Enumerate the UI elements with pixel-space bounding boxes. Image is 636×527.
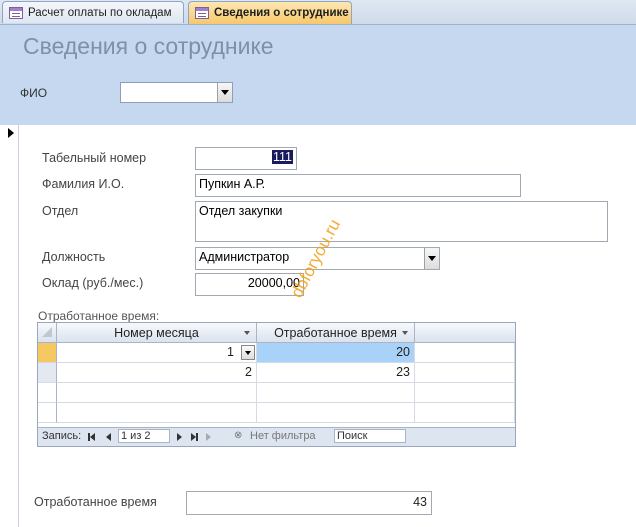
salary-label: Оклад (руб./мес.) xyxy=(42,276,144,290)
chevron-down-icon[interactable] xyxy=(424,248,439,269)
month-value: 1 xyxy=(227,345,234,359)
chevron-down-icon[interactable] xyxy=(217,83,232,102)
table-cell-month[interactable]: 1 xyxy=(57,343,257,363)
page-title: Сведения о сотруднике xyxy=(23,33,274,59)
name-field[interactable]: Пупкин А.Р. xyxy=(195,174,521,197)
first-record-icon[interactable] xyxy=(90,433,95,441)
row-selector[interactable] xyxy=(38,363,57,383)
table-cell-empty xyxy=(415,343,515,363)
row-selector[interactable] xyxy=(38,383,57,403)
document-tab-strip: Расчет оплаты по окладам Сведения о сотр… xyxy=(0,0,636,25)
table-cell-empty[interactable] xyxy=(57,403,257,423)
tab-salary-calculation[interactable]: Расчет оплаты по окладам xyxy=(2,1,184,23)
empty-column-header xyxy=(415,323,515,343)
form-icon xyxy=(195,7,209,19)
last-record-icon[interactable] xyxy=(191,433,196,441)
tab-label: Расчет оплаты по окладам xyxy=(28,6,172,19)
form-header: Сведения о сотруднике ФИО xyxy=(0,25,636,125)
record-position-input[interactable]: 1 из 2 xyxy=(118,429,170,443)
row-selector-current[interactable] xyxy=(38,343,57,363)
row-selector[interactable] xyxy=(38,403,57,423)
sort-arrow-icon[interactable] xyxy=(402,331,408,335)
table-cell-empty xyxy=(415,383,515,403)
table-cell-empty xyxy=(415,363,515,383)
total-hours-field[interactable]: 43 xyxy=(186,491,432,515)
table-cell-empty[interactable] xyxy=(257,383,415,403)
sort-arrow-icon[interactable] xyxy=(244,331,250,335)
table-cell-empty[interactable] xyxy=(257,403,415,423)
new-record-icon[interactable] xyxy=(206,433,211,441)
next-record-icon[interactable] xyxy=(177,433,182,441)
select-all-corner[interactable] xyxy=(38,323,57,343)
record-label: Запись: xyxy=(42,430,82,442)
tab-number-label: Табельный номер xyxy=(42,151,147,165)
name-label: Фамилия И.О. xyxy=(42,177,125,191)
tab-number-value: 111 xyxy=(271,150,293,164)
subform-label: Отработанное время: xyxy=(38,309,160,323)
chevron-down-icon[interactable] xyxy=(241,345,255,360)
total-hours-label: Отработанное время xyxy=(34,495,157,509)
current-record-arrow-icon xyxy=(8,128,14,138)
tab-label: Сведения о сотруднике xyxy=(214,7,349,19)
column-header-label: Номер месяца xyxy=(114,325,199,340)
record-selector-bar[interactable] xyxy=(0,125,19,527)
position-value: Администратор xyxy=(199,250,290,264)
table-cell-hours[interactable]: 23 xyxy=(257,363,415,383)
filter-status[interactable]: Нет фильтра xyxy=(250,430,316,442)
record-navigation-bar: Запись: 1 из 2 ⊗ Нет фильтра Поиск xyxy=(38,427,515,446)
table-cell-empty xyxy=(415,403,515,423)
department-field[interactable]: Отдел закупки xyxy=(195,201,608,242)
table-cell-month[interactable]: 2 xyxy=(57,363,257,383)
worked-time-datasheet: Номер месяца Отработанное время 1 20 2 2… xyxy=(37,322,516,447)
table-cell-empty[interactable] xyxy=(57,383,257,403)
previous-record-icon[interactable] xyxy=(106,433,111,441)
column-header-label: Отработанное время xyxy=(274,325,397,340)
column-header-month[interactable]: Номер месяца xyxy=(57,323,257,343)
tab-number-field[interactable]: 111 xyxy=(195,147,297,170)
position-label: Должность xyxy=(42,250,106,264)
tab-employee-info[interactable]: Сведения о сотруднике xyxy=(188,1,352,24)
filter-icon[interactable]: ⊗ xyxy=(234,430,242,441)
column-header-hours[interactable]: Отработанное время xyxy=(257,323,415,343)
department-label: Отдел xyxy=(42,204,79,218)
fio-label: ФИО xyxy=(20,86,48,100)
search-input[interactable]: Поиск xyxy=(334,429,406,443)
form-icon xyxy=(9,6,23,19)
fio-combobox[interactable] xyxy=(120,82,233,103)
table-cell-hours[interactable]: 20 xyxy=(257,343,415,363)
